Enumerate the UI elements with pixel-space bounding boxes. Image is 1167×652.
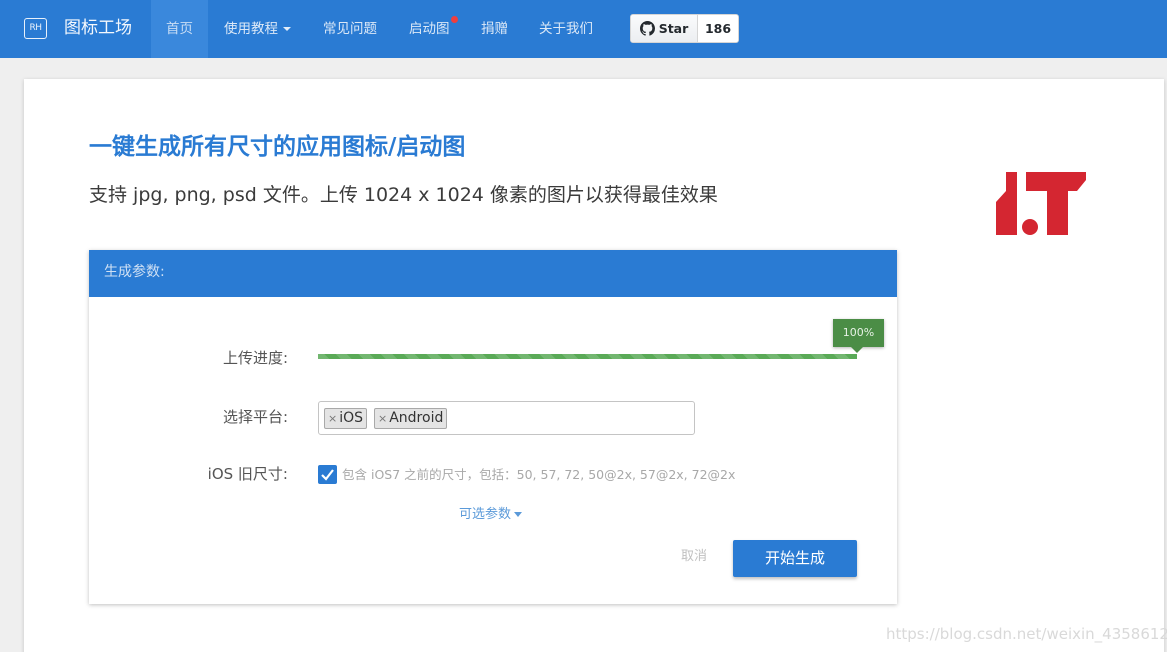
panel-header: 生成参数: <box>89 250 897 297</box>
platform-tag-android: × Android <box>374 408 448 429</box>
nav-item-faq-label: 常见问题 <box>323 21 377 37</box>
start-generate-button[interactable]: 开始生成 <box>733 540 857 577</box>
github-icon <box>639 21 655 36</box>
optional-params-label: 可选参数 <box>459 507 512 522</box>
chevron-down-icon <box>283 27 291 31</box>
github-star-count[interactable]: 186 <box>698 15 738 42</box>
nav-item-donate[interactable]: 捐赠 <box>481 0 508 58</box>
cancel-button[interactable]: 取消 <box>681 548 707 566</box>
nav-item-tutorial-label: 使用教程 <box>224 21 278 37</box>
nav-item-tutorial[interactable]: 使用教程 <box>224 0 291 58</box>
github-star-widget: Star 186 <box>630 14 739 43</box>
page-subtitle: 支持 jpg, png, psd 文件。上传 1024 x 1024 像素的图片… <box>89 184 718 206</box>
nav-item-donate-label: 捐赠 <box>481 21 508 37</box>
platform-multiselect[interactable]: × iOS × Android <box>318 401 695 435</box>
platform-tag-ios: × iOS <box>324 408 368 429</box>
top-navbar: RH 图标工场 首页 使用教程 常见问题 启动图 捐赠 关于我们 Star 18… <box>0 0 1167 58</box>
brand-name[interactable]: 图标工场 <box>64 15 132 41</box>
nav-item-about[interactable]: 关于我们 <box>539 0 593 58</box>
platform-tag-label: Android <box>389 410 444 426</box>
ios-legacy-label: iOS 旧尺寸: <box>207 465 288 483</box>
platform-tag-label: iOS <box>339 410 364 426</box>
remove-tag-icon[interactable]: × <box>378 412 387 425</box>
optional-params-link[interactable]: 可选参数 <box>459 506 523 524</box>
icon-factory-logo-icon <box>996 172 1086 235</box>
progress-tooltip: 100% <box>833 319 884 347</box>
nav-item-home[interactable]: 首页 <box>151 0 208 58</box>
upload-progress-bar <box>318 354 857 359</box>
progress-tooltip-arrow <box>851 347 863 353</box>
platform-label: 选择平台: <box>222 408 288 426</box>
watermark-text: https://blog.csdn.net/weixin_43586120 <box>886 625 1167 643</box>
remove-tag-icon[interactable]: × <box>328 412 337 425</box>
site-logo-icon[interactable]: RH <box>24 18 47 39</box>
nav-item-launch-image[interactable]: 启动图 <box>409 0 458 58</box>
nav-item-launch-image-label: 启动图 <box>409 21 450 37</box>
nav-item-home-label: 首页 <box>166 21 193 37</box>
github-star-button[interactable]: Star <box>631 15 698 42</box>
notification-dot <box>451 16 458 23</box>
ios-legacy-checkbox[interactable] <box>318 465 337 484</box>
page-title: 一键生成所有尺寸的应用图标/启动图 <box>89 134 466 160</box>
github-star-label: Star <box>658 21 689 36</box>
nav-item-about-label: 关于我们 <box>539 21 593 37</box>
ios-legacy-description: 包含 iOS7 之前的尺寸，包括：50, 57, 72, 50@2x, 57@2… <box>342 467 736 482</box>
caret-down-icon <box>514 512 523 517</box>
checkmark-icon <box>321 469 334 481</box>
nav-item-faq[interactable]: 常见问题 <box>323 0 377 58</box>
upload-progress-label: 上传进度: <box>222 349 288 367</box>
